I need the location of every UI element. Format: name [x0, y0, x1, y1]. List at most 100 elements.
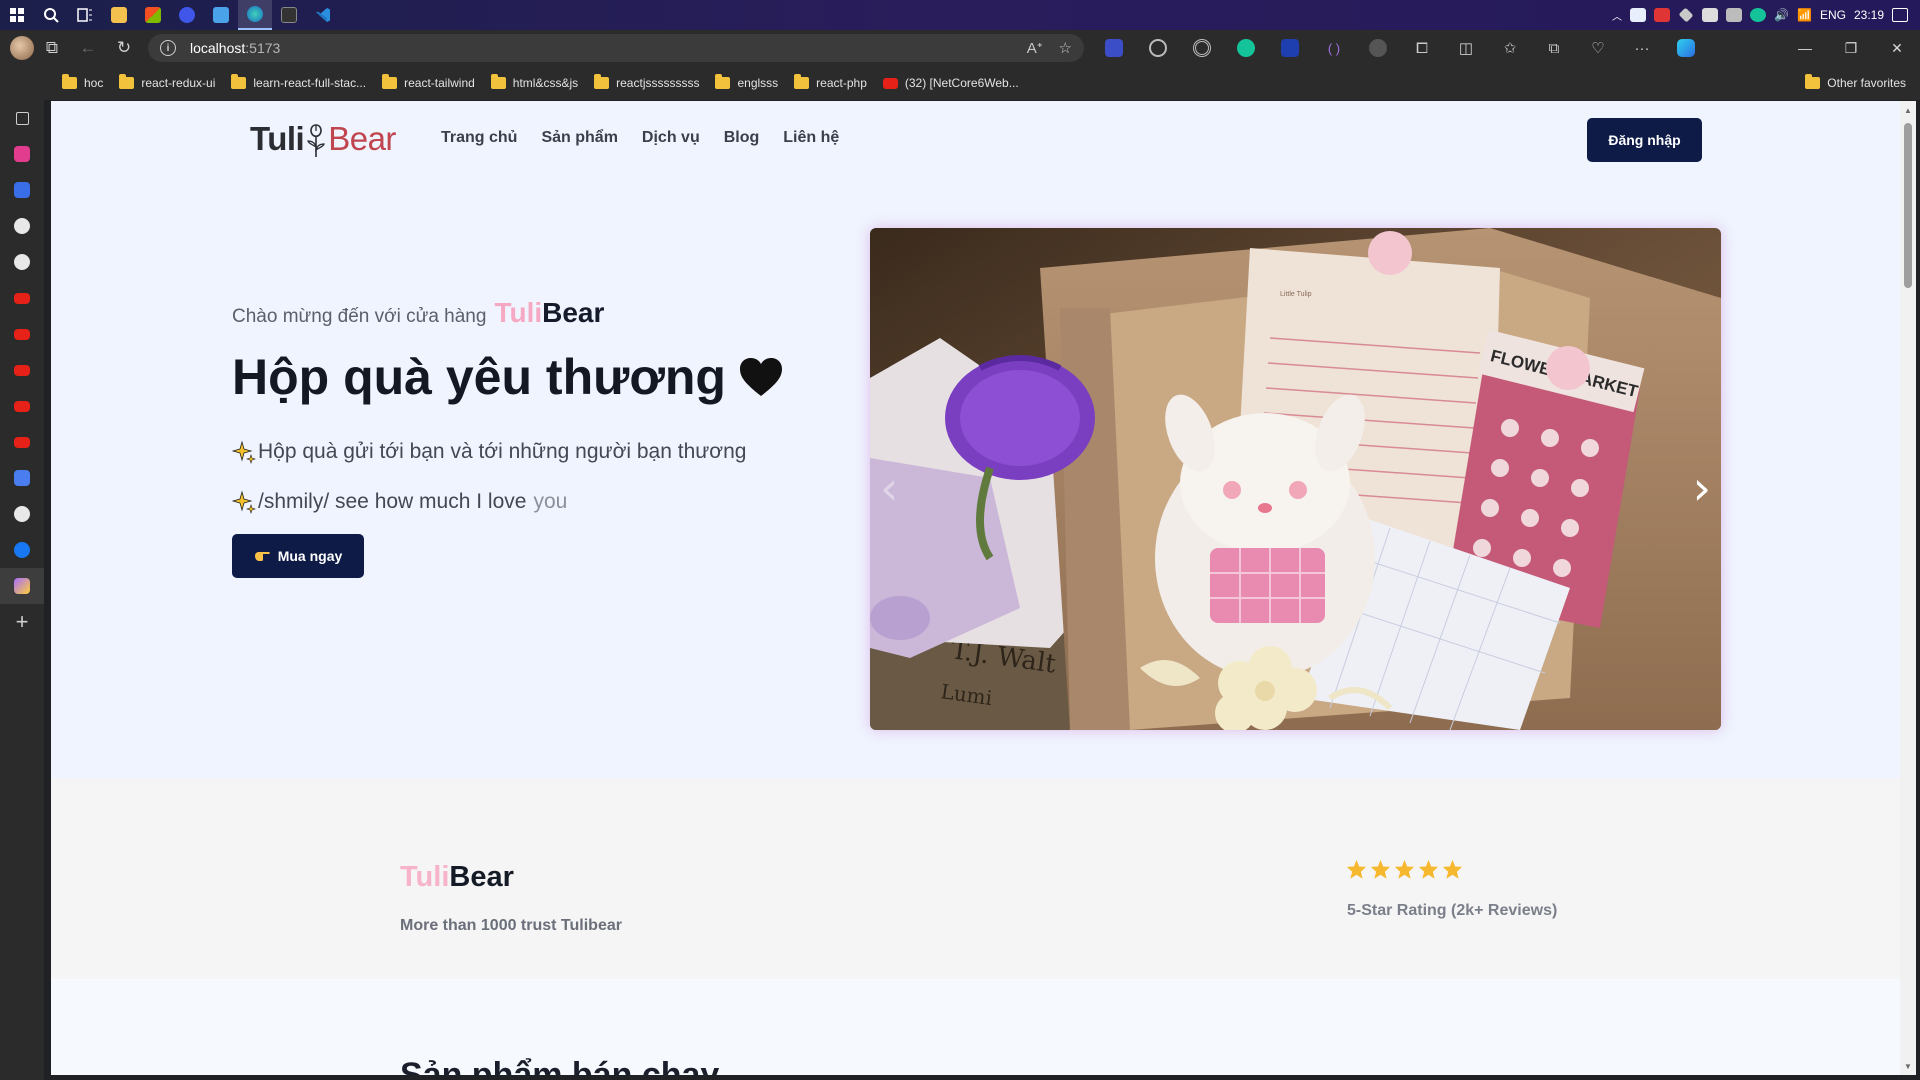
bookmark-item[interactable]: englsss: [715, 74, 778, 90]
sidebar-tab-pink-icon[interactable]: [0, 136, 44, 172]
best-seller-title: Sản phẩm bán chạy: [400, 1056, 720, 1075]
tray-app-icon[interactable]: [1630, 8, 1647, 22]
tray-diamond-icon[interactable]: [1678, 7, 1694, 23]
windows-start-icon[interactable]: [0, 0, 34, 30]
tray-battery-icon[interactable]: [1726, 8, 1743, 22]
add-tab-icon[interactable]: +: [0, 604, 44, 640]
menu-item-services[interactable]: Dịch vụ: [642, 129, 700, 147]
hero-line-1: Hộp quà gửi tới bạn và tới những người b…: [232, 440, 746, 464]
login-button[interactable]: Đăng nhập: [1587, 118, 1702, 162]
tray-grammarly-icon[interactable]: [1750, 8, 1767, 22]
facebook-icon[interactable]: [0, 532, 44, 568]
minimize-icon[interactable]: —: [1782, 30, 1828, 66]
github-icon[interactable]: [0, 208, 44, 244]
carousel-prev-icon[interactable]: ‹: [880, 461, 898, 515]
menu-item-products[interactable]: Sản phẩm: [541, 129, 617, 147]
tab-actions-icon[interactable]: [0, 100, 44, 136]
github-icon[interactable]: [0, 496, 44, 532]
extensions-puzzle-icon[interactable]: ⧠: [1400, 30, 1444, 66]
more-menu-icon[interactable]: ···: [1620, 30, 1664, 66]
restore-icon[interactable]: ❐: [1828, 30, 1874, 66]
star-icon: [1418, 859, 1439, 879]
browser-essentials-icon[interactable]: ♡: [1576, 30, 1620, 66]
language-indicator[interactable]: ENG: [1820, 8, 1846, 22]
close-icon[interactable]: ✕: [1874, 30, 1920, 66]
extension-grammarly-icon[interactable]: [1224, 30, 1268, 66]
menu-item-blog[interactable]: Blog: [724, 129, 760, 147]
bookmark-item[interactable]: hoc: [62, 74, 103, 90]
store-icon[interactable]: [136, 0, 170, 30]
sidebar-tab-blue-icon[interactable]: [0, 172, 44, 208]
workspaces-icon[interactable]: ⧉: [34, 30, 70, 66]
copilot-icon[interactable]: [1664, 30, 1708, 66]
profile-avatar[interactable]: [10, 36, 34, 60]
github-icon[interactable]: [0, 244, 44, 280]
youtube-icon[interactable]: [0, 316, 44, 352]
hero-welcome: Chào mừng đến với cửa hàng Tuli Bear: [232, 297, 604, 329]
menu-item-home[interactable]: Trang chủ: [441, 129, 517, 147]
wifi-icon[interactable]: 📶: [1797, 8, 1812, 22]
extension-compass-icon[interactable]: [1136, 30, 1180, 66]
collections-icon[interactable]: ⧉: [1532, 30, 1576, 66]
refresh-icon[interactable]: ↻: [106, 30, 142, 66]
trust-brand: Tuli Bear: [400, 861, 514, 894]
hero-line-1-text: Hộp quà gửi tới bạn và tới những người b…: [258, 440, 747, 463]
site-info-icon[interactable]: i: [160, 40, 176, 56]
brand-tuli: Tuli: [494, 297, 543, 328]
read-aloud-icon[interactable]: Aᐩ: [1027, 39, 1043, 57]
scroll-down-icon[interactable]: ▼: [1900, 1059, 1916, 1073]
vscode-alt-icon[interactable]: [204, 0, 238, 30]
browser-toolbar: ⧉ ← ↻ i localhost:5173 Aᐩ ☆ ( ) ⧠ ◫ ✩ ⧉ …: [0, 30, 1920, 66]
split-screen-icon[interactable]: ◫: [1444, 30, 1488, 66]
bookmark-label: react-tailwind: [404, 76, 475, 90]
bookmark-item[interactable]: learn-react-full-stac...: [231, 74, 366, 90]
trust-text: More than 1000 trust Tulibear: [400, 917, 622, 934]
extension-d-icon[interactable]: [1092, 30, 1136, 66]
scrollbar-thumb[interactable]: [1904, 123, 1912, 288]
docs-icon[interactable]: [0, 460, 44, 496]
address-bar[interactable]: i localhost:5173 Aᐩ ☆: [148, 34, 1084, 62]
gift-box-photo: T.J. Walt Lumi Little Tulip FLOWER MARKE…: [870, 228, 1721, 730]
carousel-next-icon[interactable]: ›: [1693, 461, 1711, 515]
clock[interactable]: 23:19: [1854, 8, 1884, 22]
tray-vivaldi-icon[interactable]: [1654, 8, 1671, 22]
vite-icon[interactable]: [0, 568, 44, 604]
volume-icon[interactable]: 🔊: [1774, 8, 1789, 22]
site-logo[interactable]: Tuli Bear: [250, 119, 396, 159]
menu-item-contact[interactable]: Liên hệ: [783, 129, 839, 147]
youtube-icon[interactable]: [0, 424, 44, 460]
tray-network-adapter-icon[interactable]: [1702, 8, 1719, 22]
youtube-icon[interactable]: [0, 352, 44, 388]
bookmark-item[interactable]: html&css&js: [490, 74, 578, 90]
bookmark-item[interactable]: react-php: [794, 74, 867, 90]
favorite-star-icon[interactable]: ☆: [1059, 39, 1072, 57]
notification-icon[interactable]: [1892, 8, 1908, 22]
favorites-icon[interactable]: ✩: [1488, 30, 1532, 66]
star-icon: [1394, 859, 1415, 879]
page-scrollbar[interactable]: ▲ ▼: [1900, 101, 1916, 1075]
other-favorites[interactable]: Other favorites: [1805, 74, 1906, 90]
back-icon[interactable]: ←: [70, 30, 106, 66]
buy-now-button[interactable]: Mua ngay: [232, 534, 364, 578]
extension-target-icon[interactable]: [1180, 30, 1224, 66]
extension-j-icon[interactable]: [1268, 30, 1312, 66]
bookmark-label: react-php: [816, 76, 867, 90]
extension-brackets-icon[interactable]: ( ): [1312, 30, 1356, 66]
search-icon[interactable]: [34, 0, 68, 30]
hero-carousel[interactable]: T.J. Walt Lumi Little Tulip FLOWER MARKE…: [870, 228, 1721, 730]
bookmark-item[interactable]: (32) [NetCore6Web...: [882, 76, 1019, 90]
youtube-icon[interactable]: [0, 388, 44, 424]
media-app-icon[interactable]: [170, 0, 204, 30]
terminal-icon[interactable]: [272, 0, 306, 30]
edge-browser-icon[interactable]: [238, 0, 272, 30]
extension-x-icon[interactable]: [1356, 30, 1400, 66]
task-view-icon[interactable]: [68, 0, 102, 30]
tray-chevron-icon[interactable]: ︿: [1612, 8, 1622, 23]
bookmark-item[interactable]: react-tailwind: [382, 74, 475, 90]
vscode-icon[interactable]: [306, 0, 340, 30]
bookmark-item[interactable]: reactjsssssssss: [594, 74, 699, 90]
scroll-up-icon[interactable]: ▲: [1900, 103, 1916, 117]
youtube-icon[interactable]: [0, 280, 44, 316]
bookmark-item[interactable]: react-redux-ui: [119, 74, 215, 90]
file-explorer-icon[interactable]: [102, 0, 136, 30]
